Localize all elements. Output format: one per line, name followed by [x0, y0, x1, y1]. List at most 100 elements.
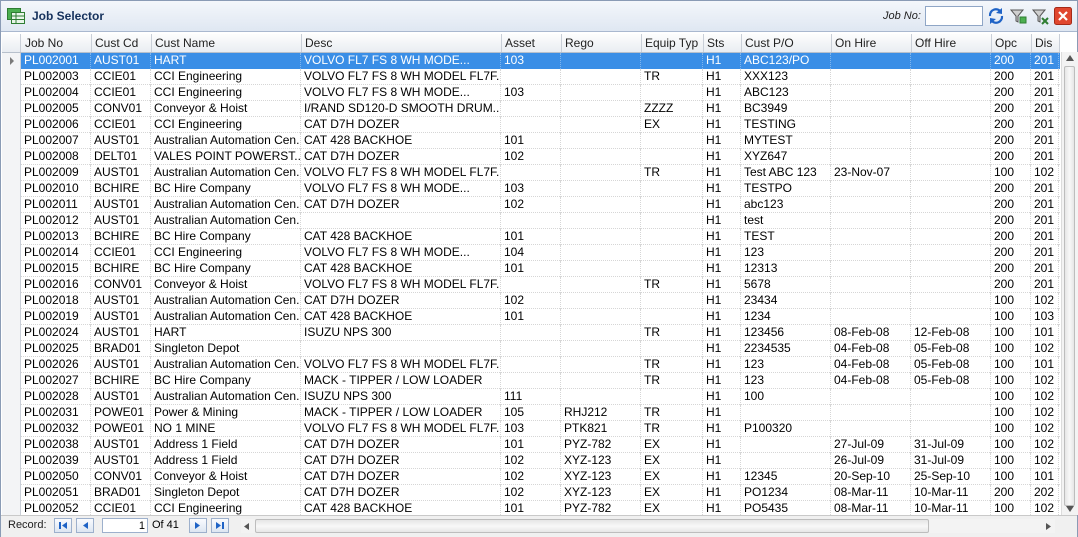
column-header-cust-name[interactable]: Cust Name [152, 34, 302, 52]
cell-sts[interactable]: H1 [703, 133, 741, 149]
cell-on-hire[interactable] [831, 309, 911, 325]
cell-rego[interactable] [561, 261, 641, 277]
cell-sts[interactable]: H1 [703, 85, 741, 101]
cell-asset[interactable]: 105 [501, 405, 561, 421]
cell-cust-po[interactable]: PO5435 [741, 501, 831, 515]
cell-off-hire[interactable]: 05-Feb-08 [911, 341, 991, 357]
cell-cust-name[interactable]: CCI Engineering [151, 117, 301, 133]
cell-sts[interactable]: H1 [703, 277, 741, 293]
cell-asset[interactable]: 103 [501, 181, 561, 197]
cell-cust-name[interactable]: CCI Engineering [151, 69, 301, 85]
cell-sts[interactable]: H1 [703, 469, 741, 485]
cell-asset[interactable]: 102 [501, 197, 561, 213]
column-header-job-no[interactable]: Job No [22, 34, 92, 52]
cell-on-hire[interactable] [831, 229, 911, 245]
cell-off-hire[interactable] [911, 53, 991, 69]
horizontal-scrollbar[interactable] [241, 519, 1055, 533]
cell-desc[interactable]: VOLVO FL7 FS 8 WH MODE... [301, 245, 501, 261]
cell-asset[interactable] [501, 373, 561, 389]
cell-sts[interactable]: H1 [703, 309, 741, 325]
table-row[interactable]: PL002024 AUST01 HART ISUZU NPS 300 TR H1 12345… [2, 325, 1060, 341]
table-row[interactable]: PL002026 AUST01 Australian Automation Cen.… [2, 357, 1060, 373]
cell-on-hire[interactable] [831, 133, 911, 149]
cell-cust-cd[interactable]: AUST01 [91, 357, 151, 373]
cell-job-no[interactable]: PL002009 [21, 165, 91, 181]
cell-job-no[interactable]: PL002019 [21, 309, 91, 325]
row-indicator[interactable] [2, 277, 21, 293]
cell-equip-typ[interactable]: TR [641, 69, 703, 85]
column-header-asset[interactable]: Asset [502, 34, 562, 52]
cell-rego[interactable] [561, 229, 641, 245]
cell-dis[interactable]: 201 [1031, 197, 1059, 213]
cell-rego[interactable] [561, 277, 641, 293]
cell-off-hire[interactable] [911, 197, 991, 213]
cell-cust-cd[interactable]: BCHIRE [91, 261, 151, 277]
cell-on-hire[interactable] [831, 293, 911, 309]
table-row[interactable]: PL002007 AUST01 Australian Automation Cen.… [2, 133, 1060, 149]
table-row[interactable]: PL002031 POWE01 Power & Mining MACK - TIPPE… [2, 405, 1060, 421]
cell-off-hire[interactable]: 31-Jul-09 [911, 453, 991, 469]
cell-desc[interactable]: I/RAND SD120-D SMOOTH DRUM... [301, 101, 501, 117]
cell-job-no[interactable]: PL002038 [21, 437, 91, 453]
cell-cust-cd[interactable]: AUST01 [91, 453, 151, 469]
cell-rego[interactable]: XYZ-123 [561, 453, 641, 469]
table-row[interactable]: PL002015 BCHIRE BC Hire Company CAT 428 BAC… [2, 261, 1060, 277]
cell-opc[interactable]: 100 [991, 389, 1031, 405]
cell-opc[interactable]: 200 [991, 485, 1031, 501]
cell-sts[interactable]: H1 [703, 53, 741, 69]
cell-opc[interactable]: 100 [991, 421, 1031, 437]
cell-on-hire[interactable]: 04-Feb-08 [831, 341, 911, 357]
cell-desc[interactable]: CAT 428 BACKHOE [301, 261, 501, 277]
cell-opc[interactable]: 200 [991, 261, 1031, 277]
cell-on-hire[interactable] [831, 261, 911, 277]
cell-rego[interactable] [561, 149, 641, 165]
cell-desc[interactable]: VOLVO FL7 FS 8 WH MODEL FL7F... [301, 165, 501, 181]
cell-equip-typ[interactable]: TR [641, 405, 703, 421]
cell-dis[interactable]: 101 [1031, 325, 1059, 341]
scroll-left-icon[interactable] [244, 523, 249, 530]
cell-desc[interactable] [301, 213, 501, 229]
cell-rego[interactable] [561, 53, 641, 69]
cell-equip-typ[interactable] [641, 261, 703, 277]
cell-dis[interactable]: 102 [1031, 453, 1059, 469]
cell-sts[interactable]: H1 [703, 245, 741, 261]
row-indicator[interactable] [2, 165, 21, 181]
cell-asset[interactable]: 101 [501, 309, 561, 325]
cell-rego[interactable] [561, 197, 641, 213]
cell-off-hire[interactable]: 31-Jul-09 [911, 437, 991, 453]
cell-cust-po[interactable]: 123 [741, 373, 831, 389]
cell-dis[interactable]: 201 [1031, 133, 1059, 149]
cell-cust-cd[interactable]: POWE01 [91, 421, 151, 437]
cell-equip-typ[interactable]: ZZZZ [641, 101, 703, 117]
cell-dis[interactable]: 201 [1031, 213, 1059, 229]
horizontal-scroll-thumb[interactable] [255, 519, 929, 533]
cell-equip-typ[interactable]: TR [641, 357, 703, 373]
row-indicator[interactable] [2, 485, 21, 501]
cell-cust-cd[interactable]: CCIE01 [91, 245, 151, 261]
cell-job-no[interactable]: PL002003 [21, 69, 91, 85]
row-indicator[interactable] [2, 373, 21, 389]
cell-off-hire[interactable]: 05-Feb-08 [911, 373, 991, 389]
clear-filter-icon[interactable] [1031, 7, 1049, 25]
cell-opc[interactable]: 100 [991, 501, 1031, 515]
cell-sts[interactable]: H1 [703, 389, 741, 405]
column-header-opc[interactable]: Opc [992, 34, 1032, 52]
cell-equip-typ[interactable]: TR [641, 277, 703, 293]
cell-desc[interactable]: CAT D7H DOZER [301, 197, 501, 213]
cell-off-hire[interactable] [911, 181, 991, 197]
cell-on-hire[interactable] [831, 69, 911, 85]
cell-job-no[interactable]: PL002027 [21, 373, 91, 389]
cell-off-hire[interactable] [911, 309, 991, 325]
cell-equip-typ[interactable] [641, 293, 703, 309]
cell-desc[interactable]: CAT D7H DOZER [301, 149, 501, 165]
cell-cust-name[interactable]: Conveyor & Hoist [151, 101, 301, 117]
cell-cust-name[interactable]: VALES POINT POWERST... [151, 149, 301, 165]
cell-cust-name[interactable]: Australian Automation Cen... [151, 293, 301, 309]
cell-job-no[interactable]: PL002050 [21, 469, 91, 485]
row-indicator[interactable] [2, 69, 21, 85]
cell-desc[interactable]: CAT D7H DOZER [301, 469, 501, 485]
cell-cust-po[interactable]: TESTING [741, 117, 831, 133]
cell-cust-po[interactable] [741, 405, 831, 421]
table-row[interactable]: PL002003 CCIE01 CCI Engineering VOLVO FL7 F… [2, 69, 1060, 85]
cell-dis[interactable]: 201 [1031, 181, 1059, 197]
